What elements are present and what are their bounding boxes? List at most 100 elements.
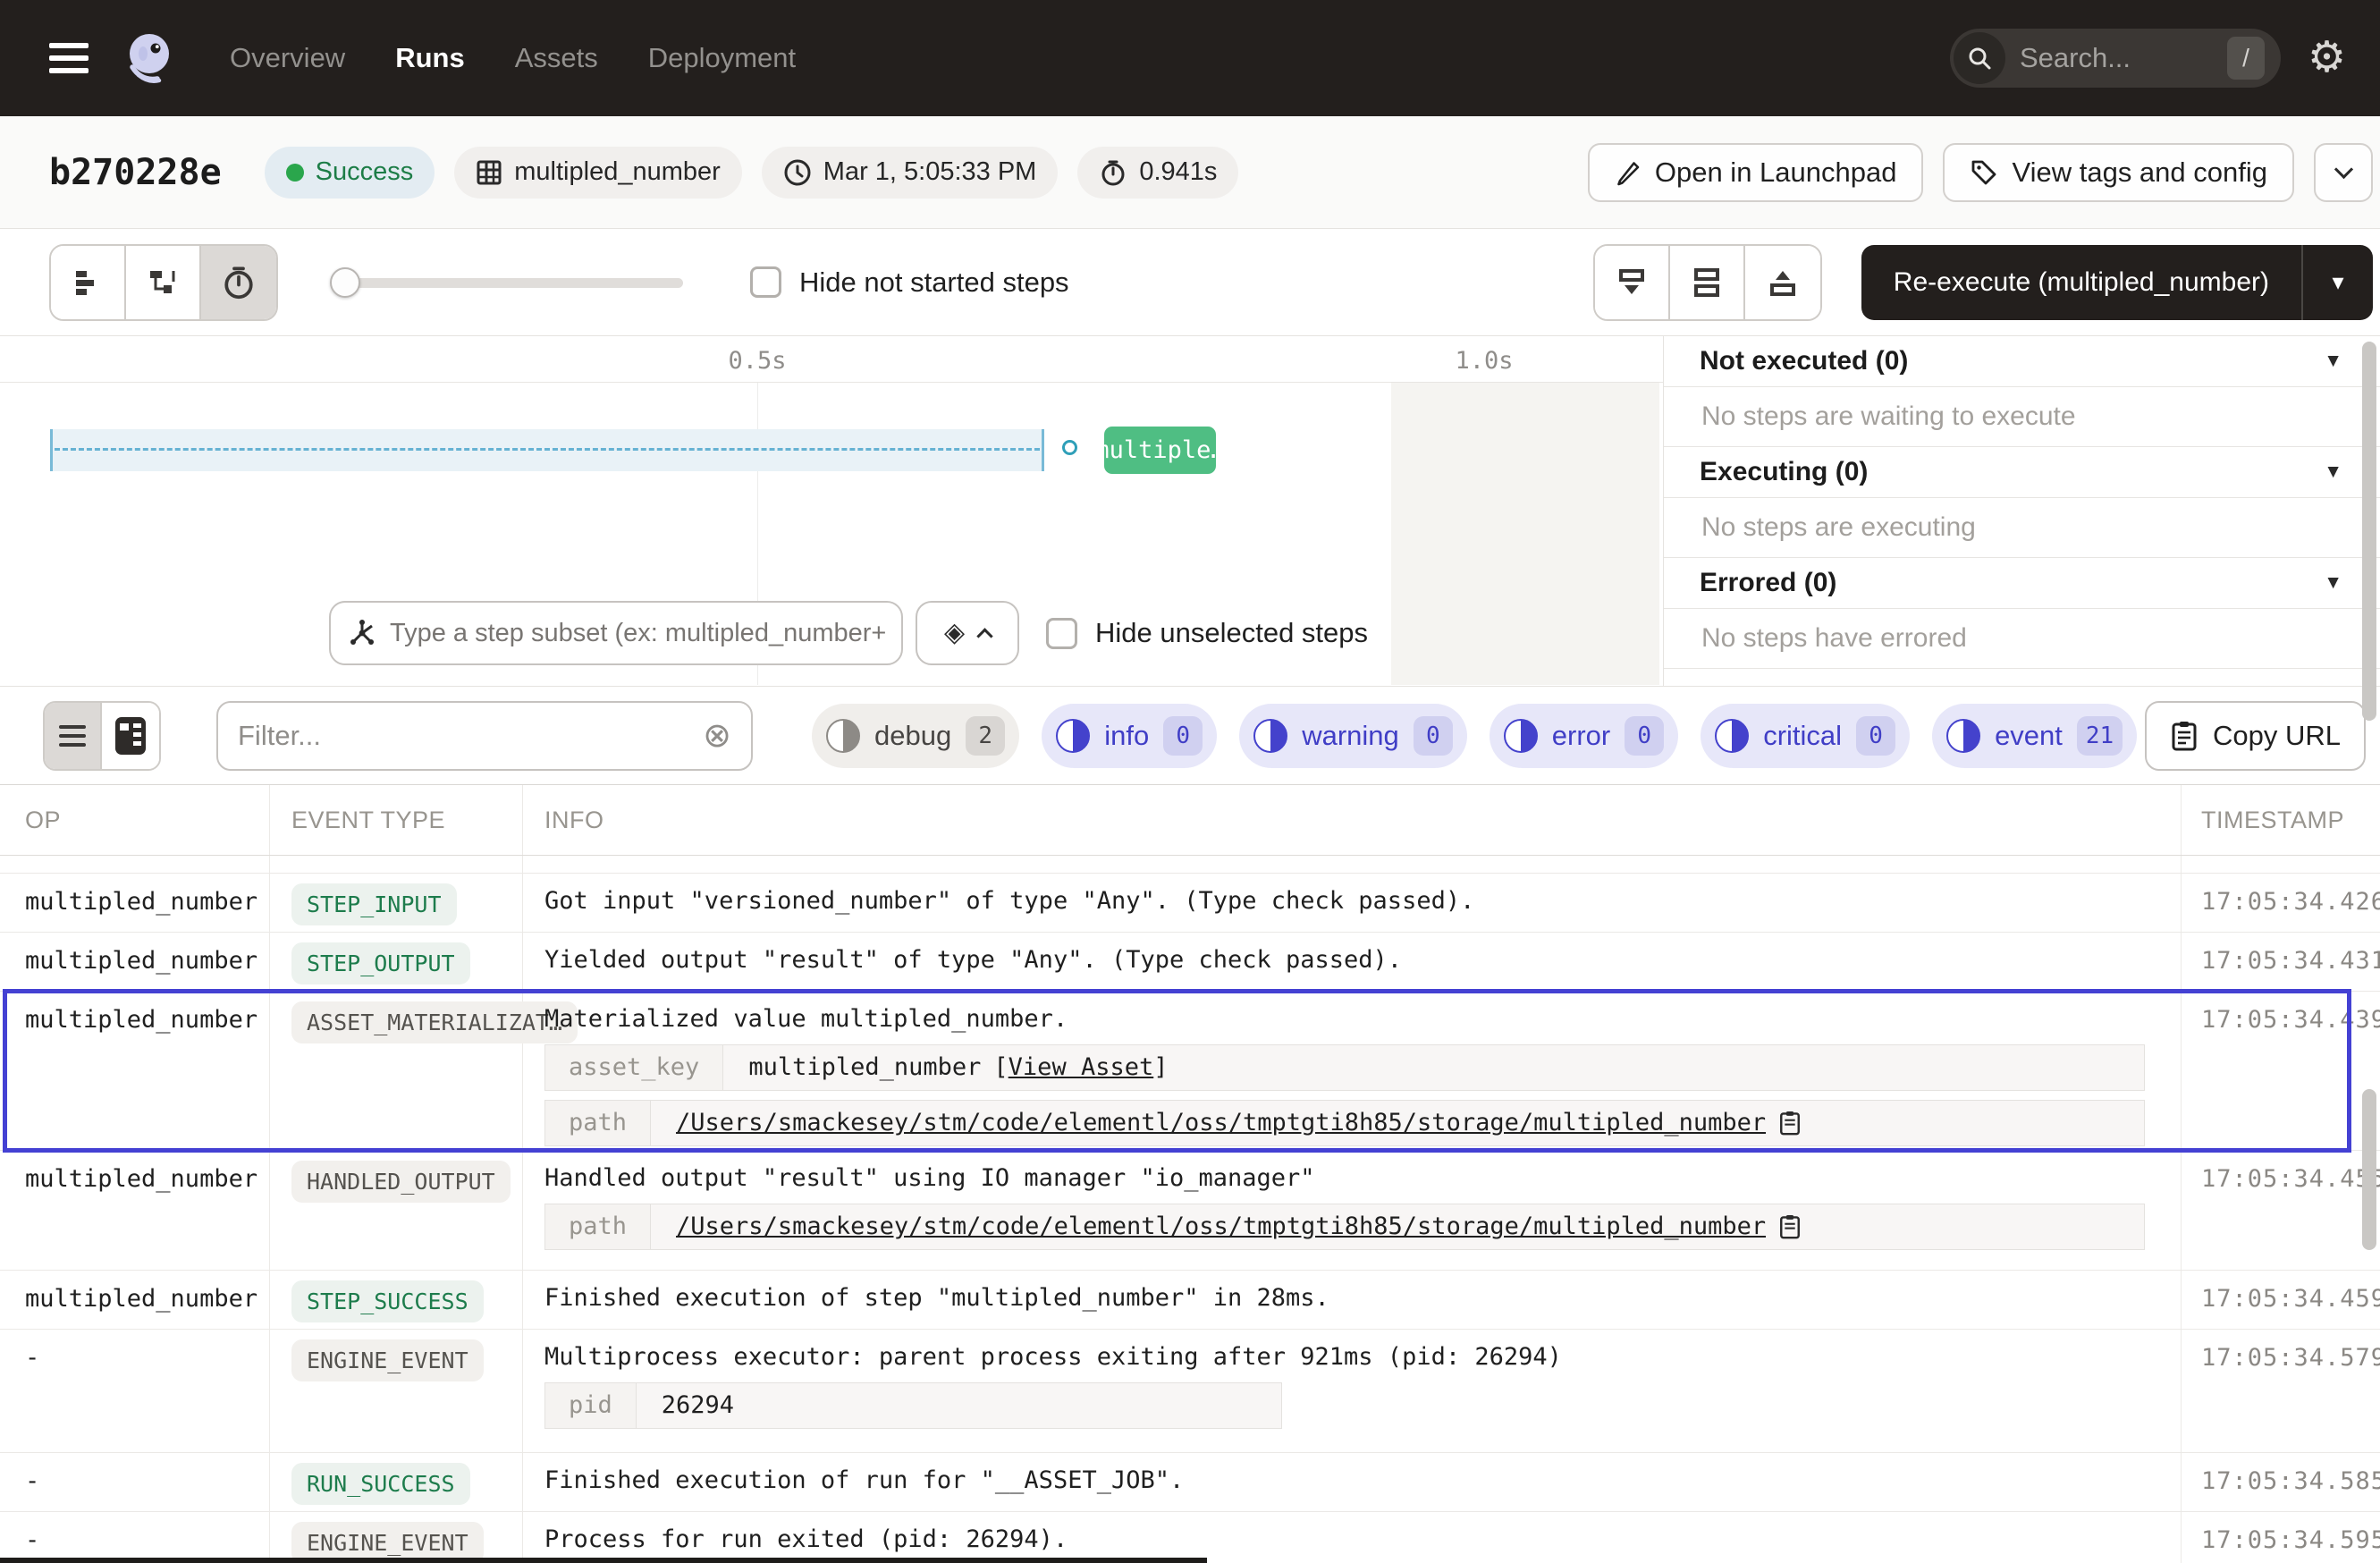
event-type-badge: STEP_SUCCESS	[291, 1280, 484, 1322]
metadata-row-path: path /Users/smackesey/stm/code/elementl/…	[544, 1204, 2145, 1250]
hide-not-started-control: Hide not started steps	[750, 266, 1069, 299]
event-type-badge: STEP_OUTPUT	[291, 942, 470, 984]
log-level-toggles: debug 2 info 0 warning 0 error 0 critica…	[812, 704, 2137, 768]
top-nav: Overview Runs Assets Deployment / ⚙	[0, 0, 2380, 116]
count-badge: 0	[1856, 716, 1895, 756]
graph-query-toggle-button[interactable]: ◈	[916, 601, 1019, 665]
copy-url-button[interactable]: Copy URL	[2145, 701, 2366, 771]
tag-icon	[1970, 158, 1998, 187]
log-filter-input[interactable]	[238, 720, 703, 752]
table-row: multipled_number STEP_INPUT Got input "v…	[0, 874, 2380, 933]
metadata-row-path: path /Users/smackesey/stm/code/elementl/…	[544, 1100, 2145, 1146]
section-empty-message: No steps are waiting to execute	[1664, 387, 2380, 447]
step-subset-row: ◈ Hide unselected steps	[329, 601, 1368, 665]
hide-not-started-checkbox[interactable]	[750, 266, 781, 298]
col-event-type: EVENT TYPE	[270, 785, 523, 855]
nav-link-assets[interactable]: Assets	[515, 42, 598, 74]
copy-path-icon[interactable]	[1778, 1110, 1802, 1136]
split-panes-button[interactable]	[1670, 246, 1745, 319]
reexecute-dropdown-caret[interactable]: ▾	[2303, 268, 2373, 296]
gear-icon[interactable]: ⚙	[2308, 37, 2346, 80]
toggle-error[interactable]: error 0	[1490, 704, 1678, 768]
log-filter-inputwrap[interactable]: ⊗	[216, 701, 753, 771]
chevron-up-icon	[976, 628, 992, 644]
log-table-header: OP EVENT TYPE INFO TIMESTAMP	[0, 785, 2380, 856]
step-subset-inputwrap[interactable]	[329, 601, 903, 665]
section-caret-icon: ▼	[2324, 351, 2342, 372]
path-link[interactable]: /Users/smackesey/stm/code/elementl/oss/t…	[676, 1108, 1766, 1138]
collapse-up-button[interactable]	[1745, 246, 1820, 319]
timestamp: 17:05:34.455	[2182, 1151, 2380, 1270]
dagster-logo-icon[interactable]	[121, 30, 178, 87]
step-start-marker-icon	[1062, 440, 1077, 455]
structured-list-view-button[interactable]	[45, 703, 102, 769]
nav-link-runs[interactable]: Runs	[395, 42, 465, 74]
section-empty-message: No steps have errored	[1664, 609, 2380, 669]
run-header: b270228e Success multipled_number	[0, 116, 2380, 229]
slider-track[interactable]	[339, 278, 683, 288]
nav-link-overview[interactable]: Overview	[230, 42, 345, 74]
gantt-step-box[interactable]: multiple…	[1104, 427, 1216, 474]
path-link[interactable]: /Users/smackesey/stm/code/elementl/oss/t…	[676, 1212, 1766, 1242]
open-in-launchpad-button[interactable]: Open in Launchpad	[1588, 143, 1924, 202]
section-not-executed[interactable]: Not executed (0) ▼	[1664, 336, 2380, 387]
toggle-critical[interactable]: critical 0	[1701, 704, 1910, 768]
count-badge: 0	[1163, 716, 1203, 756]
timestamp: 17:05:34.459	[2182, 1271, 2380, 1329]
log-view-mode-group	[43, 701, 161, 771]
view-tags-config-button[interactable]: View tags and config	[1943, 143, 2294, 202]
waterfall-view-button[interactable]	[126, 246, 201, 319]
job-tag[interactable]: multipled_number	[454, 147, 742, 199]
timestamp: 17:05:34.579	[2182, 1330, 2380, 1452]
reexecute-button[interactable]: Re-execute (multipled_number) ▾	[1861, 245, 2373, 320]
toggle-event[interactable]: event 21	[1932, 704, 2137, 768]
timeline-tick: 1.0s	[1455, 347, 1513, 375]
gantt-toolbar: Hide not started steps	[0, 229, 2380, 336]
table-row: multipled_number STEP_SUCCESS Finished e…	[0, 1271, 2380, 1330]
zoom-slider[interactable]	[330, 245, 688, 320]
duration-tag: 0.941s	[1077, 147, 1238, 199]
toggle-info[interactable]: info 0	[1042, 704, 1217, 768]
view-asset-link[interactable]: View Asset	[1009, 1053, 1154, 1081]
log-scrollbar-thumb[interactable]	[2362, 1089, 2376, 1250]
step-subset-input[interactable]	[390, 619, 885, 648]
timestamp: 17:05:34.439	[2182, 992, 2380, 1150]
metadata-row-asset-key: asset_key multipled_number [View Asset]	[544, 1044, 2145, 1091]
toggle-warning[interactable]: warning 0	[1239, 704, 1467, 768]
flat-view-button[interactable]	[51, 246, 126, 319]
hide-unselected-checkbox[interactable]	[1046, 618, 1077, 649]
status-dot-icon	[286, 164, 304, 182]
slider-handle[interactable]	[330, 267, 360, 298]
timed-view-button[interactable]	[201, 246, 276, 319]
collapse-down-button[interactable]	[1595, 246, 1670, 319]
raw-log-view-button[interactable]	[102, 703, 159, 769]
hide-unselected-label: Hide unselected steps	[1095, 617, 1368, 649]
search-input[interactable]	[2020, 42, 2227, 74]
global-search[interactable]: /	[1950, 29, 2281, 88]
table-row: - ENGINE_EVENT Multiprocess executor: pa…	[0, 1330, 2380, 1453]
copy-path-icon[interactable]	[1778, 1213, 1802, 1240]
clear-filter-icon[interactable]: ⊗	[703, 719, 731, 753]
timestamp: 17:05:34.585	[2182, 1453, 2380, 1511]
toggle-knob-icon	[1056, 719, 1090, 753]
col-timestamp: TIMESTAMP	[2182, 785, 2380, 855]
search-shortcut-badge: /	[2227, 37, 2265, 80]
gantt-view-mode-group	[49, 244, 278, 321]
timestamp: 17:05:34.426	[2182, 874, 2380, 932]
section-caret-icon: ▼	[2324, 572, 2342, 594]
page-scrollbar-thumb[interactable]	[2362, 342, 2376, 721]
hamburger-menu-icon[interactable]	[49, 36, 89, 80]
section-errored[interactable]: Errored (0) ▼	[1664, 558, 2380, 609]
count-badge: 0	[1625, 716, 1664, 756]
nav-link-deployment[interactable]: Deployment	[648, 42, 796, 74]
run-actions-dropdown-button[interactable]	[2314, 143, 2373, 202]
step-status-panel: Not executed (0) ▼ No steps are waiting …	[1664, 336, 2380, 686]
gantt-timeline-header: 0.5s 1.0s	[0, 336, 1663, 383]
search-icon	[1954, 32, 2005, 84]
section-executing[interactable]: Executing (0) ▼	[1664, 447, 2380, 498]
selection-band[interactable]	[50, 429, 1044, 471]
event-type-badge: HANDLED_OUTPUT	[291, 1161, 511, 1203]
stopwatch-icon	[221, 265, 257, 300]
toggle-debug[interactable]: debug 2	[812, 704, 1019, 768]
table-row: multipled_number STEP_OUTPUT Yielded out…	[0, 933, 2380, 992]
